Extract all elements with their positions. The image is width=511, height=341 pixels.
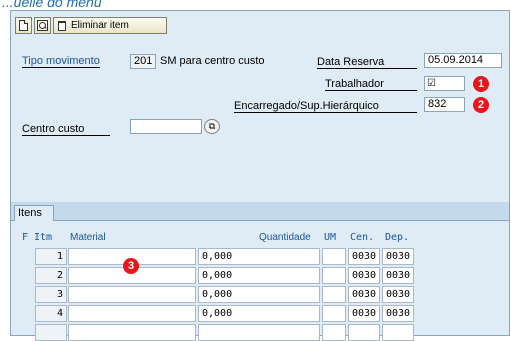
movement-type-label: Tipo movimento: [22, 55, 100, 68]
row-1-dep-field[interactable]: 0030: [382, 248, 414, 265]
tab-items[interactable]: Itens: [14, 205, 54, 221]
row-3-itm: 3: [35, 286, 67, 303]
delete-item-label: Eliminar item: [71, 20, 129, 31]
row-4-quantidade-field[interactable]: 0,000: [198, 305, 320, 322]
row-1-cen-field[interactable]: 0030: [348, 248, 380, 265]
row-4-itm: 4: [35, 305, 67, 322]
page-heading: ...uelle do menu: [2, 0, 102, 10]
column-header-f: F: [22, 232, 29, 243]
row-5-itm: [35, 324, 67, 341]
row-4-material-field[interactable]: [68, 305, 196, 322]
reservation-date-label: Data Reserva: [317, 56, 417, 69]
search-button[interactable]: [34, 17, 51, 34]
row-4-cen-field[interactable]: 0030: [348, 305, 380, 322]
supervisor-field[interactable]: 832: [424, 97, 465, 112]
column-header-quantidade: Quantidade: [259, 232, 311, 243]
row-3-um-field[interactable]: [322, 286, 346, 303]
search-icon: [37, 20, 48, 31]
row-1-quantidade-field[interactable]: 0,000: [198, 248, 320, 265]
row-5-cen-field[interactable]: [348, 324, 380, 341]
row-5-um-field[interactable]: [322, 324, 346, 341]
new-document-button[interactable]: [15, 17, 32, 34]
row-3-quantidade-field[interactable]: 0,000: [198, 286, 320, 303]
document-icon: [19, 20, 28, 31]
annotation-badge-1: 1: [473, 76, 489, 92]
row-5-dep-field[interactable]: [382, 324, 414, 341]
row-2-um-field[interactable]: [322, 267, 346, 284]
trash-icon: [58, 20, 66, 31]
row-4-dep-field[interactable]: 0030: [382, 305, 414, 322]
supervisor-label: Encarregado/Sup.Hierárquico: [234, 100, 417, 113]
worker-label: Trabalhador: [325, 78, 417, 91]
column-header-um: UM: [324, 232, 337, 243]
checkbox-checked-icon: ☑: [427, 78, 436, 89]
annotation-badge-3: 3: [123, 258, 139, 274]
worker-checkbox[interactable]: ☑: [424, 76, 465, 91]
row-3-material-field[interactable]: [68, 286, 196, 303]
movement-type-code: 201: [130, 54, 156, 69]
movement-type-description: SM para centro custo: [160, 55, 265, 67]
reservation-date-field[interactable]: 05.09.2014: [424, 53, 502, 68]
row-2-dep-field[interactable]: 0030: [382, 267, 414, 284]
value-help-button[interactable]: ⧉: [204, 119, 220, 134]
row-5-material-field[interactable]: [68, 324, 196, 341]
column-header-itm: Itm: [34, 232, 53, 243]
column-header-dep: Dep.: [385, 232, 410, 243]
column-header-material: Material: [70, 232, 106, 243]
cost-center-field[interactable]: [130, 119, 202, 134]
row-1-um-field[interactable]: [322, 248, 346, 265]
row-1-itm: 1: [35, 248, 67, 265]
row-2-quantidade-field[interactable]: 0,000: [198, 267, 320, 284]
value-help-icon: ⧉: [208, 121, 216, 131]
row-5-quantidade-field[interactable]: [198, 324, 320, 341]
annotation-badge-2: 2: [473, 97, 489, 113]
row-2-cen-field[interactable]: 0030: [348, 267, 380, 284]
items-section-bar: [11, 202, 509, 221]
row-3-cen-field[interactable]: 0030: [348, 286, 380, 303]
delete-item-button[interactable]: Eliminar item: [53, 17, 167, 34]
cost-center-label: Centro custo: [22, 123, 110, 136]
column-header-cen: Cen.: [350, 232, 375, 243]
row-3-dep-field[interactable]: 0030: [382, 286, 414, 303]
row-4-um-field[interactable]: [322, 305, 346, 322]
row-2-itm: 2: [35, 267, 67, 284]
